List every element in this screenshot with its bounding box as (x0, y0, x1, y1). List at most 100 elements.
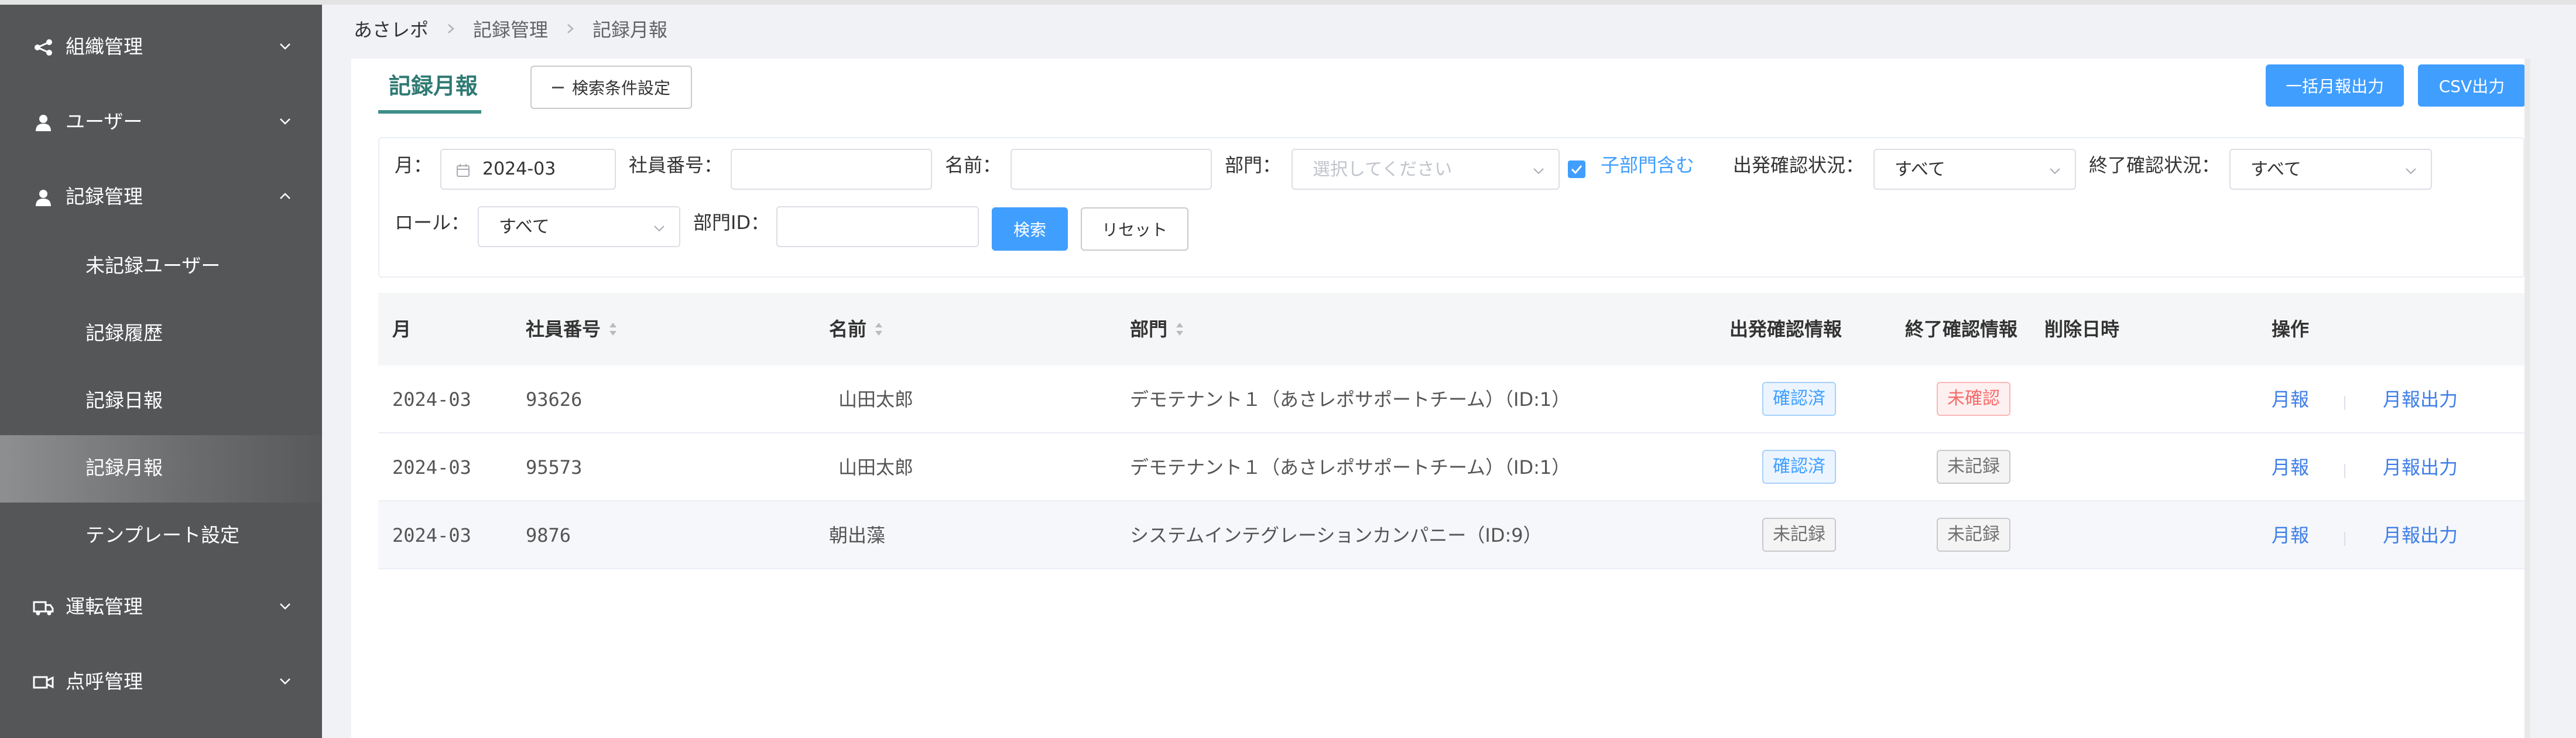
chevron-down-icon (280, 118, 290, 125)
include-sub-checkbox[interactable] (1568, 160, 1585, 178)
sidebar-group-organization[interactable]: 組織管理 (0, 14, 322, 80)
action-divider (2344, 532, 2345, 546)
cell-month: 2024-03 (392, 456, 471, 479)
end-status-badge: 未記録 (1937, 450, 2010, 484)
calendar-icon (457, 164, 470, 177)
chevron-right-icon (567, 24, 574, 33)
truck-icon (33, 601, 54, 616)
breadcrumb: あさレポ 記録管理 記録月報 (354, 14, 667, 43)
col-departure-info: 出発確認情報 (1729, 318, 1842, 340)
sidebar-item-daily-report[interactable]: 記録日報 (0, 368, 322, 435)
sidebar-item-label: 記録履歴 (85, 322, 163, 344)
chevron-down-icon (280, 678, 290, 685)
department-id-input[interactable] (776, 206, 979, 247)
name-input[interactable] (1010, 149, 1212, 190)
user-icon (36, 115, 51, 131)
month-value: 2024-03 (482, 159, 556, 179)
departure-status-label: 出発確認状況： (1733, 154, 1865, 176)
end-status-select[interactable]: すべて (2229, 149, 2432, 190)
breadcrumb-item-current: 記録月報 (592, 19, 668, 41)
breadcrumb-item-home[interactable]: あさレポ (354, 15, 429, 42)
tab-monthly-report[interactable]: 記録月報 (389, 68, 478, 104)
sidebar-group-label: 点呼管理 (66, 670, 143, 693)
cell-name: 山田太郎 (838, 456, 914, 479)
sidebar-item-label: 記録日報 (85, 389, 163, 412)
sidebar-group-label: ユーザー (66, 110, 143, 133)
sidebar-group-label: 組織管理 (66, 35, 143, 58)
action-divider (2344, 396, 2345, 410)
end-status-badge: 未記録 (1937, 518, 2010, 552)
table-row: 2024-03 9876 朝出藻 システムインテグレーションカンパニー（ID:9… (378, 501, 2524, 569)
window-top-strip (0, 0, 2576, 5)
monthly-report-link[interactable]: 月報 (2272, 522, 2309, 548)
monthly-output-link[interactable]: 月報出力 (2383, 455, 2458, 480)
sort-icon[interactable] (608, 320, 618, 338)
sidebar-group-rollcall[interactable]: 点呼管理 (0, 649, 322, 715)
cell-employee-no: 95573 (526, 456, 583, 479)
cell-month: 2024-03 (392, 388, 471, 411)
col-deleted-at: 削除日時 (2044, 318, 2120, 340)
sort-icon[interactable] (873, 320, 884, 338)
chevron-down-icon (1533, 168, 1544, 175)
include-sub-label[interactable]: 子部門含む (1601, 152, 1694, 178)
col-department[interactable]: 部門 (1130, 316, 1185, 342)
share-icon (35, 39, 52, 56)
end-status-value: すべて (2250, 159, 2301, 180)
filter-panel: 月： 2024-03 社員番号： 名前： 部門： 選択してください 子部門含む … (378, 137, 2524, 278)
user-icon (36, 190, 51, 206)
chevron-down-icon (2406, 168, 2416, 175)
month-picker[interactable]: 2024-03 (440, 149, 616, 190)
employee-no-input[interactable] (731, 149, 932, 190)
sidebar-item-label: テンプレート設定 (85, 524, 240, 546)
sidebar-group-driving[interactable]: 運転管理 (0, 574, 322, 640)
sidebar-item-template-settings[interactable]: テンプレート設定 (0, 503, 322, 570)
cell-department: システムインテグレーションカンパニー（ID:9） (1130, 524, 1542, 546)
csv-output-button[interactable]: CSV出力 (2418, 64, 2526, 107)
cell-employee-no: 93626 (526, 388, 583, 411)
employee-no-label: 社員番号： (629, 154, 723, 176)
role-value: すべて (499, 217, 550, 237)
search-button[interactable]: 検索 (992, 207, 1068, 251)
monthly-output-link[interactable]: 月報出力 (2383, 387, 2458, 412)
breadcrumb-item-records[interactable]: 記録管理 (473, 15, 548, 42)
end-status-label: 終了確認状況： (2089, 154, 2221, 176)
col-employee-no[interactable]: 社員番号 (526, 316, 618, 342)
vertical-scrollbar[interactable] (2524, 59, 2530, 738)
action-divider (2344, 464, 2345, 478)
sidebar: 組織管理 ユーザー 記録管理 未記録ユーザー 記録履歴 記録日報 記録月報 テン… (0, 5, 322, 738)
col-employee-no-label: 社員番号 (526, 318, 601, 340)
table-row: 2024-03 95573 山田太郎 デモテナント１（あさレポサポートチーム）（… (378, 433, 2524, 501)
bulk-monthly-output-button[interactable]: 一括月報出力 (2266, 64, 2404, 107)
col-actions: 操作 (2272, 318, 2310, 340)
chevron-down-icon (654, 226, 664, 232)
monthly-output-link[interactable]: 月報出力 (2383, 522, 2458, 548)
reset-button[interactable]: リセット (1081, 207, 1188, 251)
sidebar-item-monthly-report[interactable]: 記録月報 (0, 435, 322, 503)
sidebar-group-label: 記録管理 (66, 185, 143, 208)
chevron-right-icon (448, 24, 454, 33)
col-month: 月 (392, 318, 412, 340)
col-end-info: 終了確認情報 (1905, 318, 2018, 340)
sidebar-item-unrecorded-users[interactable]: 未記録ユーザー (0, 233, 322, 300)
monthly-report-link[interactable]: 月報 (2272, 455, 2309, 480)
col-name[interactable]: 名前 (829, 316, 884, 342)
sidebar-group-records[interactable]: 記録管理 (0, 164, 322, 230)
sidebar-group-users[interactable]: ユーザー (0, 89, 322, 155)
active-tab-indicator (378, 110, 481, 114)
sidebar-item-record-history[interactable]: 記録履歴 (0, 300, 322, 368)
table-row: 2024-03 93626 山田太郎 デモテナント１（あさレポサポートチーム）（… (378, 365, 2524, 433)
department-placeholder: 選択してください (1313, 159, 1453, 180)
departure-status-badge: 確認済 (1762, 450, 1836, 484)
role-select[interactable]: すべて (478, 206, 680, 247)
sort-icon[interactable] (1174, 320, 1185, 338)
cell-month: 2024-03 (392, 524, 471, 546)
cell-name: 山田太郎 (838, 388, 914, 411)
chevron-up-icon (280, 193, 290, 199)
main-panel: 記録月報 検索条件設定 一括月報出力 CSV出力 月： 2024-03 社員番号… (351, 59, 2526, 738)
monthly-report-link[interactable]: 月報 (2272, 387, 2309, 412)
col-department-label: 部門 (1130, 318, 1168, 340)
departure-status-select[interactable]: すべて (1873, 149, 2076, 190)
search-conditions-button[interactable]: 検索条件設定 (530, 66, 692, 109)
department-select[interactable]: 選択してください (1292, 149, 1560, 190)
departure-status-badge: 確認済 (1762, 382, 1836, 416)
